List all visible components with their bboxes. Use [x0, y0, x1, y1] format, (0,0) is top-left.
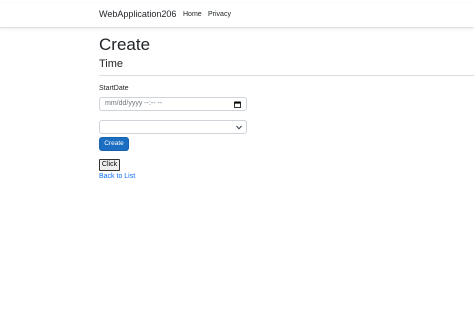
navbar-brand-link[interactable]: WebApplication206: [99, 9, 176, 19]
nav-link-privacy[interactable]: Privacy: [208, 11, 231, 18]
section-title: Time: [99, 58, 124, 70]
create-button[interactable]: Create: [99, 137, 129, 151]
time-select[interactable]: [99, 120, 247, 134]
page-title: Create: [99, 35, 151, 54]
chevron-down-icon: [236, 125, 242, 130]
calendar-icon[interactable]: [234, 101, 241, 108]
divider: [99, 75, 474, 76]
start-date-input[interactable]: mm/dd/yyyy --:-- --: [99, 97, 247, 111]
start-date-placeholder: mm/dd/yyyy --:-- --: [105, 100, 163, 107]
back-to-list-link[interactable]: Back to List: [99, 173, 135, 180]
navbar: WebApplication206 Home Privacy: [0, 3, 474, 28]
click-button[interactable]: Click: [99, 159, 120, 171]
nav-link-home[interactable]: Home: [183, 11, 202, 18]
start-date-label: StartDate: [99, 85, 129, 92]
